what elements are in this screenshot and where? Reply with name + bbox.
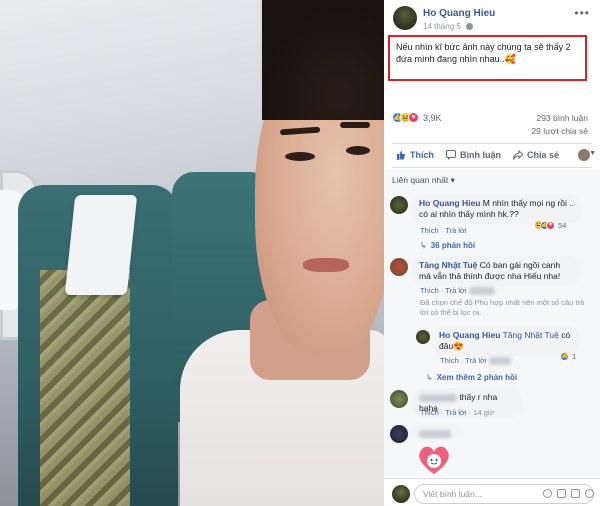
- view-replies-label: 36 phản hồi: [430, 241, 476, 250]
- comment-meta: Thích · Trả lời: [420, 286, 495, 296]
- comment-reaction-count: 54: [558, 221, 567, 230]
- reaction-count[interactable]: 3,9K: [423, 113, 442, 123]
- like-reaction-icon: 👍: [560, 352, 569, 361]
- comment-like-link[interactable]: Thích: [420, 226, 439, 235]
- commenter-avatar[interactable]: [390, 258, 408, 276]
- comment-bubble: Tăng Nhật Tuệ Có ban gái ngồi canh má vẫ…: [412, 256, 580, 286]
- comment-button[interactable]: Bình luận: [446, 150, 501, 160]
- globe-icon: [466, 23, 474, 30]
- reply-like-link[interactable]: Thích: [440, 356, 459, 365]
- love-reaction-icon: ♥: [408, 112, 419, 123]
- reply-reaction-count: 1: [572, 352, 577, 361]
- commenter-name[interactable]: Tăng Nhật Tuệ: [419, 260, 477, 270]
- filter-notice: Đã chọn chế độ Phù hợp nhất nên một số c…: [420, 298, 585, 317]
- blurred-content: [468, 287, 495, 296]
- share-icon: [513, 150, 523, 160]
- view-more-replies-link[interactable]: ↳ Xem thêm 2 phản hồi: [426, 373, 517, 382]
- comment-like-link[interactable]: Thích: [420, 286, 439, 295]
- love-reaction-icon: ♥: [546, 221, 555, 230]
- seat-headrest-cover: [64, 195, 138, 295]
- comment-time: 14 giờ: [473, 408, 495, 417]
- commenter-avatar[interactable]: [390, 390, 408, 408]
- reply-meta: Thích · Trả lời: [440, 356, 511, 366]
- comment-meta: Thích · Trả lời: [420, 226, 467, 235]
- comment-reply-link[interactable]: Trả lời: [445, 408, 466, 417]
- commenter-avatar[interactable]: [390, 196, 408, 214]
- reply-reactions[interactable]: 👍 1: [560, 352, 576, 361]
- comment-count[interactable]: 293 bình luận: [531, 112, 588, 125]
- comment-icon: [446, 150, 456, 160]
- reply-arrow-icon: ↳: [426, 373, 433, 382]
- divider: [392, 167, 592, 168]
- reaction-summary[interactable]: 👍 😆 ♥ 3,9K: [392, 112, 442, 123]
- heart-sticker: [419, 446, 449, 474]
- author-avatar[interactable]: [393, 6, 417, 30]
- comment-reply-link[interactable]: Trả lời: [445, 226, 466, 235]
- caption-highlight-box: Nếu nhìn kĩ bức ảnh này chúng ta sẽ thấy…: [388, 35, 587, 81]
- post-caption: Nếu nhìn kĩ bức ảnh này chúng ta sẽ thấy…: [396, 42, 571, 64]
- post-side-panel: Ho Quang Hieu 14 tháng 5 ••• Nếu nhìn kĩ…: [384, 0, 600, 506]
- comment-meta: Thích · Trả lời · 14 giờ: [420, 408, 495, 417]
- current-user-avatar: [392, 485, 410, 503]
- like-button-label: Thích: [410, 150, 434, 160]
- replier-avatar[interactable]: [416, 330, 430, 344]
- person-lips: [303, 258, 349, 272]
- view-replies-link[interactable]: ↳ 36 phản hồi: [420, 241, 475, 250]
- more-options-icon[interactable]: •••: [574, 6, 590, 20]
- share-button[interactable]: Chia sẻ: [513, 150, 559, 160]
- comment-composer: Viết bình luận...: [384, 478, 600, 506]
- reply-reply-link[interactable]: Trả lời: [465, 356, 486, 365]
- share-count[interactable]: 29 lượt chia sẻ: [531, 125, 588, 138]
- comment-button-label: Bình luận: [460, 150, 501, 160]
- reply-bubble: Ho Quang Hieu Tăng Nhật Tuệ có đâu😍: [432, 326, 580, 356]
- blurred-commenter-name: [419, 429, 451, 438]
- replier-name[interactable]: Ho Quang Hieu: [439, 330, 500, 340]
- post-date-text[interactable]: 14 tháng 5: [423, 22, 461, 31]
- reply-arrow-icon: ↳: [420, 241, 427, 250]
- action-bar: Thích Bình luận Chia sẻ: [384, 145, 600, 165]
- comment-sort-dropdown[interactable]: Liên quan nhất ▾: [392, 175, 455, 186]
- comment-bubble: Ho Quang Hieu M nhìn thấy mọi ng rồi .. …: [412, 194, 582, 224]
- comment-reply-link[interactable]: Trả lời: [445, 286, 466, 295]
- commenter-avatar[interactable]: [390, 425, 408, 443]
- like-button[interactable]: Thích: [396, 150, 434, 160]
- camera-icon[interactable]: [557, 489, 566, 498]
- author-name[interactable]: Ho Quang Hieu: [423, 8, 495, 19]
- commenter-name[interactable]: Ho Quang Hieu: [419, 198, 480, 208]
- post-date[interactable]: 14 tháng 5: [423, 22, 474, 31]
- share-button-label: Chia sẻ: [527, 150, 560, 160]
- gif-icon[interactable]: [571, 489, 580, 498]
- person-eyebrow: [340, 122, 370, 128]
- thumbs-up-icon: [397, 151, 405, 160]
- post-stats: 293 bình luận 29 lượt chia sẻ: [531, 112, 588, 138]
- post-photo[interactable]: [0, 0, 384, 506]
- seat-fabric: [40, 270, 130, 506]
- person-eye: [346, 146, 370, 155]
- divider: [392, 143, 592, 144]
- composer-tools: [543, 489, 594, 498]
- comment-like-link[interactable]: Thích: [420, 408, 439, 417]
- person-eye: [285, 152, 315, 161]
- comments-section: Liên quan nhất ▾ Ho Quang Hieu M nhìn th…: [384, 170, 600, 476]
- emoji-icon[interactable]: [543, 489, 552, 498]
- cabin-wall: [0, 0, 260, 200]
- comment-bubble: [412, 424, 462, 438]
- comment-reactions[interactable]: 😆 👍 ♥ 54: [534, 221, 566, 230]
- tagged-user[interactable]: Tăng Nhật Tuệ: [503, 330, 559, 340]
- blurred-commenter-name: [419, 393, 457, 402]
- chevron-down-icon[interactable]: ▼: [589, 150, 596, 157]
- sticker-icon[interactable]: [585, 489, 594, 498]
- blurred-content: [488, 357, 511, 366]
- person-hair: [262, 0, 384, 120]
- post-header: Ho Quang Hieu 14 tháng 5 •••: [384, 0, 600, 31]
- view-more-replies-label: Xem thêm 2 phản hồi: [436, 373, 518, 382]
